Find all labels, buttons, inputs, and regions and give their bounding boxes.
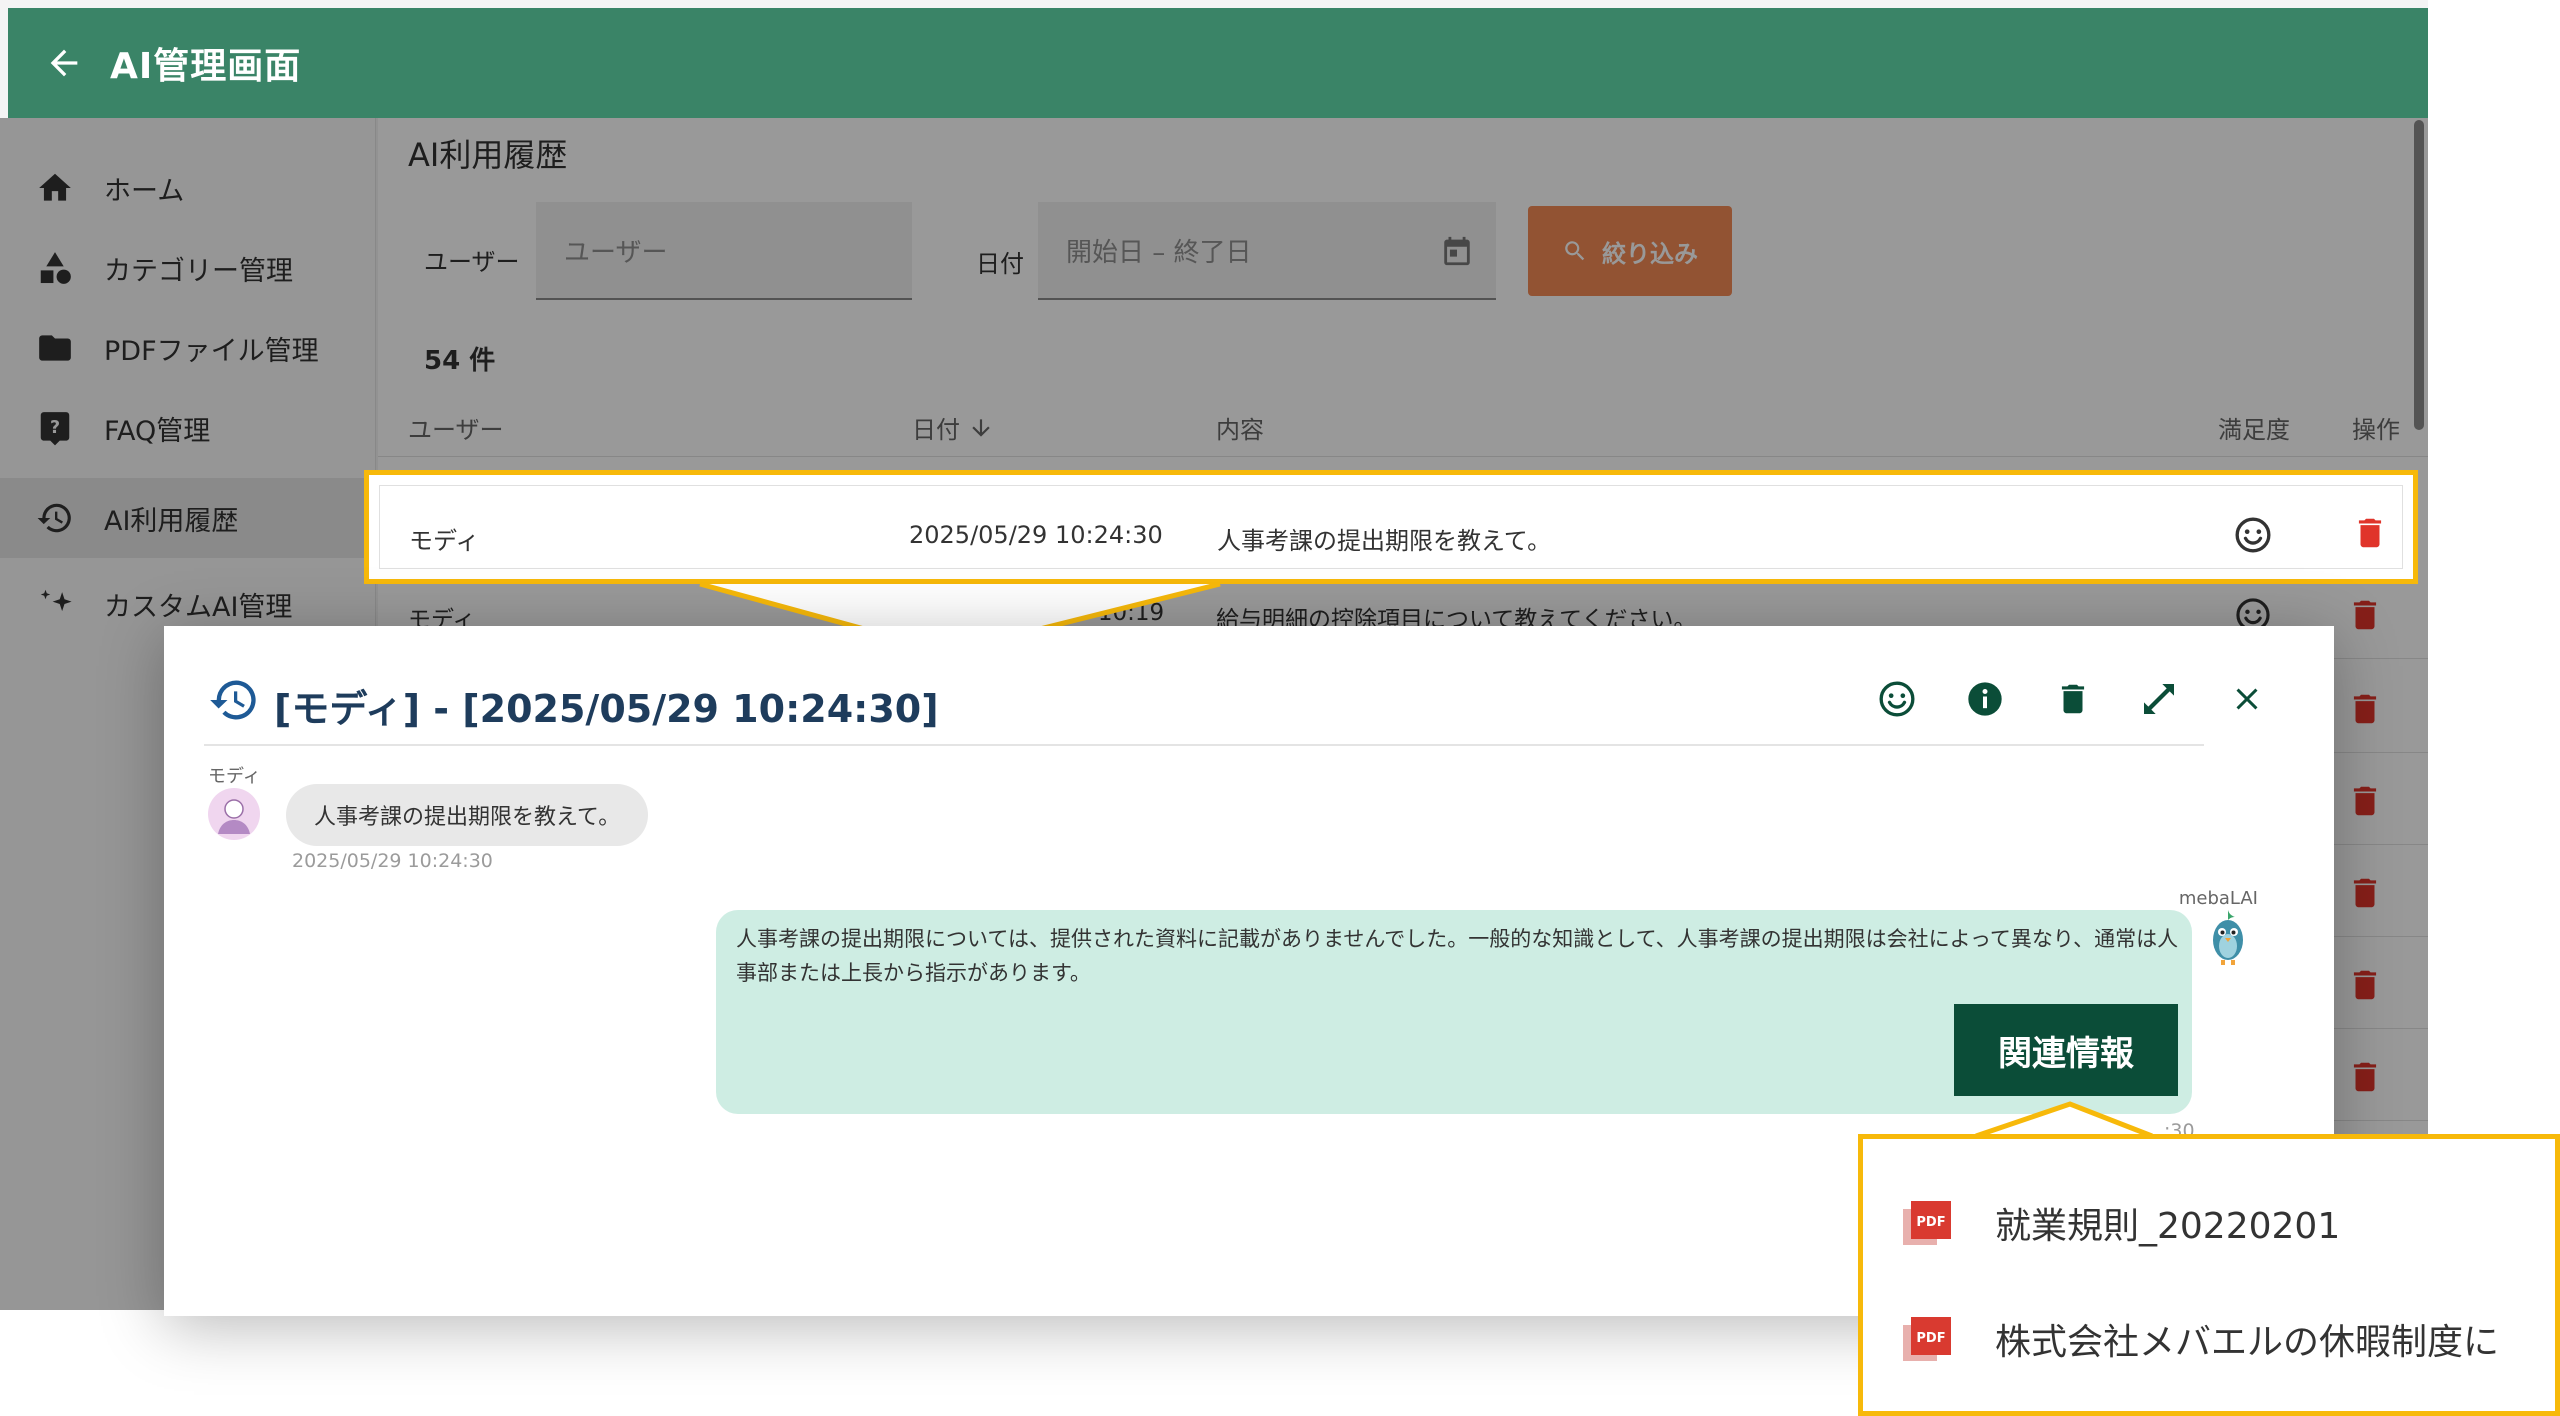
svg-text:PDF: PDF — [1916, 1215, 1945, 1230]
related-item-label: 株式会社メバエルの休暇制度に — [1995, 1322, 2500, 1363]
related-item-1[interactable]: PDF 就業規則_20220201 — [1903, 1193, 2340, 1253]
pdf-icon: PDF — [1903, 1317, 1951, 1361]
pdf-icon: PDF — [1903, 1201, 1951, 1245]
svg-text:PDF: PDF — [1916, 1331, 1945, 1346]
related-info-popup: PDF 就業規則_20220201 PDF 株式会社メバエルの休暇制度に — [1858, 1134, 2560, 1416]
related-item-2[interactable]: PDF 株式会社メバエルの休暇制度に — [1903, 1309, 2499, 1369]
related-item-label: 就業規則_20220201 — [1995, 1206, 2341, 1247]
